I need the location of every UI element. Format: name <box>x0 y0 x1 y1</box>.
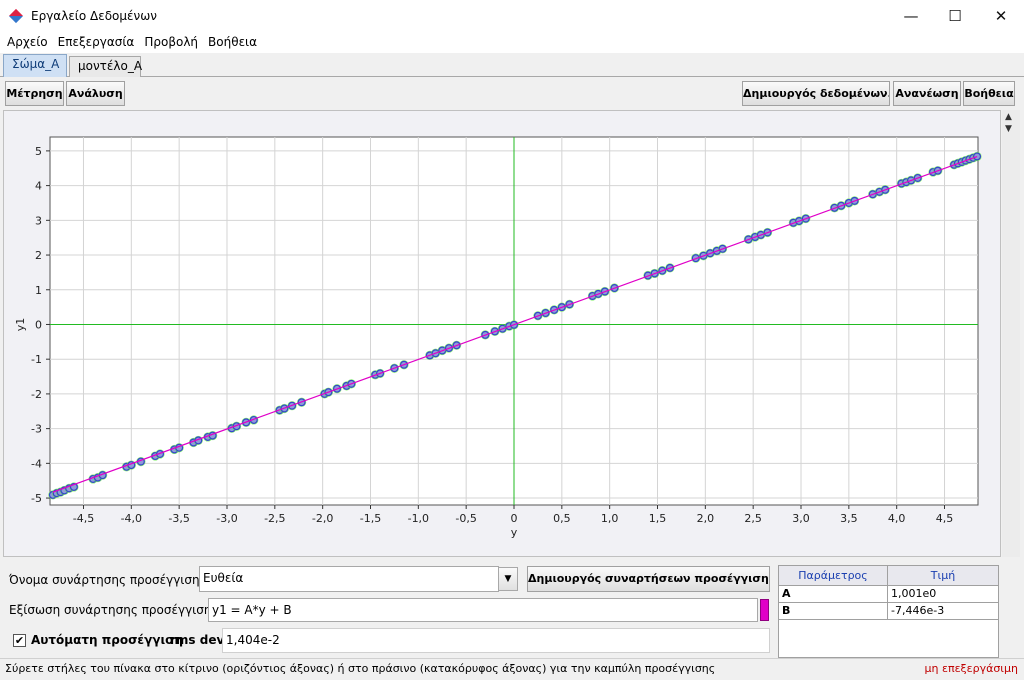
x-tick-label: 1,0 <box>601 512 619 525</box>
y-tick-label: 3 <box>35 214 42 227</box>
y-tick-label: 5 <box>35 145 42 158</box>
menu-bar: Αρχείο Επεξεργασία Προβολή Βοήθεια <box>0 31 1024 53</box>
x-tick-label: 4,5 <box>936 512 954 525</box>
y-tick-label: -3 <box>31 423 42 436</box>
tab-body-a[interactable]: Σώμα_Α <box>3 54 67 78</box>
x-tick-label: -2,5 <box>264 512 285 525</box>
scatter-plot[interactable]: -4,5 -4,0 -3,5 -3,0 -2,5 -2,0 -1,5 -1,0 -0,5 0 0,5… <box>4 111 1002 558</box>
fit-color-swatch[interactable] <box>760 599 769 621</box>
x-tick-label: 0,5 <box>553 512 571 525</box>
title-bar: Εργαλείο Δεδομένων — ☐ ✕ <box>0 0 1024 31</box>
parameter-table[interactable]: Παράμετρος Τιμή A 1,001e0 B -7,446e-3 <box>778 565 999 658</box>
chevron-down-icon[interactable]: ▼ <box>498 567 518 591</box>
auto-fit-checkbox[interactable]: ✔ <box>13 634 26 647</box>
x-tick-label: 2,5 <box>744 512 762 525</box>
x-tick-label: 2,0 <box>697 512 715 525</box>
param-header-name[interactable]: Παράμετρος <box>779 566 888 586</box>
tab-model-a[interactable]: μοντέλο_Α <box>69 56 142 77</box>
param-row-a-name[interactable]: A <box>779 586 888 603</box>
help-button[interactable]: Βοήθεια <box>963 81 1015 106</box>
param-row-a-value[interactable]: 1,001e0 <box>888 586 998 603</box>
data-builder-button[interactable]: Δημιουργός δεδομένων... <box>742 81 890 106</box>
x-tick-label: -4,5 <box>73 512 94 525</box>
rms-label: rms dev: <box>170 633 230 647</box>
scroll-up-icon[interactable]: ▲ <box>1005 112 1012 122</box>
param-header-value[interactable]: Τιμή <box>888 566 998 586</box>
status-hint: Σύρετε στήλες του πίνακα στο κίτρινο (ορ… <box>5 662 716 675</box>
fit-builder-button[interactable]: Δημιουργός συναρτήσεων προσέγγισης... <box>527 566 770 592</box>
y-tick-label: 0 <box>35 318 42 331</box>
fit-equation-label: Εξίσωση συνάρτησης προσέγγισης: <box>9 603 223 617</box>
plot-panel: -4,5 -4,0 -3,5 -3,0 -2,5 -2,0 -1,5 -1,0 -0,5 0 0,5… <box>3 110 1001 557</box>
x-tick-label: 0 <box>511 512 518 525</box>
y-tick-label: -2 <box>31 388 42 401</box>
measure-button[interactable]: Μέτρηση <box>5 81 64 106</box>
refresh-button[interactable]: Ανανέωση <box>893 81 961 106</box>
fit-equation-field[interactable]: y1 = A*y + B <box>208 598 758 622</box>
x-tick-label: 3,5 <box>840 512 858 525</box>
x-tick-label: -4,0 <box>121 512 142 525</box>
menu-file[interactable]: Αρχείο <box>2 35 53 49</box>
y-tick-label: 4 <box>35 180 42 193</box>
x-tick-label: -3,5 <box>168 512 189 525</box>
fit-name-label: Όνομα συνάρτησης προσέγγισης: <box>9 573 211 587</box>
scroll-down-icon[interactable]: ▼ <box>1005 124 1012 134</box>
x-tick-label: -3,0 <box>216 512 237 525</box>
x-tick-label: -1,5 <box>360 512 381 525</box>
param-row-b-value[interactable]: -7,446e-3 <box>888 603 998 620</box>
fit-function-select[interactable]: Ευθεία <box>199 566 499 592</box>
analysis-button[interactable]: Ανάλυση <box>66 81 125 106</box>
toolbar: Μέτρηση Ανάλυση Δημιουργός δεδομένων... … <box>0 77 1024 110</box>
x-tick-label: -2,0 <box>312 512 333 525</box>
status-state: μη επεξεργάσιμη <box>924 662 1018 675</box>
menu-view[interactable]: Προβολή <box>139 35 203 49</box>
vertical-scrollbar[interactable]: ▲ ▼ <box>1002 110 1020 557</box>
tab-bar: Σώμα_Α μοντέλο_Α <box>0 53 1024 78</box>
x-tick-label: -1,0 <box>408 512 429 525</box>
app-logo-icon <box>9 9 23 23</box>
minimize-icon[interactable]: — <box>888 0 934 31</box>
y-axis-label: y1 <box>14 318 27 332</box>
y-tick-label: -4 <box>31 457 42 470</box>
auto-fit-label: Αυτόματη προσέγγιση <box>31 633 184 647</box>
maximize-icon[interactable]: ☐ <box>932 0 978 31</box>
x-tick-label: 1,5 <box>649 512 667 525</box>
y-tick-label: 2 <box>35 249 42 262</box>
y-tick-label: 1 <box>35 284 42 297</box>
data-point[interactable] <box>973 152 982 161</box>
status-bar: Σύρετε στήλες του πίνακα στο κίτρινο (ορ… <box>0 658 1024 680</box>
param-row-b-name[interactable]: B <box>779 603 888 620</box>
y-tick-label: -5 <box>31 492 42 505</box>
rms-value-field: 1,404e-2 <box>222 628 770 653</box>
menu-edit[interactable]: Επεξεργασία <box>53 35 140 49</box>
close-icon[interactable]: ✕ <box>978 0 1024 31</box>
x-tick-label: 3,0 <box>792 512 810 525</box>
y-tick-label: -1 <box>31 353 42 366</box>
x-axis-label: y <box>511 526 518 539</box>
window-title: Εργαλείο Δεδομένων <box>31 8 157 23</box>
menu-help[interactable]: Βοήθεια <box>203 35 262 49</box>
x-tick-label: 4,0 <box>888 512 906 525</box>
x-tick-label: -0,5 <box>455 512 476 525</box>
